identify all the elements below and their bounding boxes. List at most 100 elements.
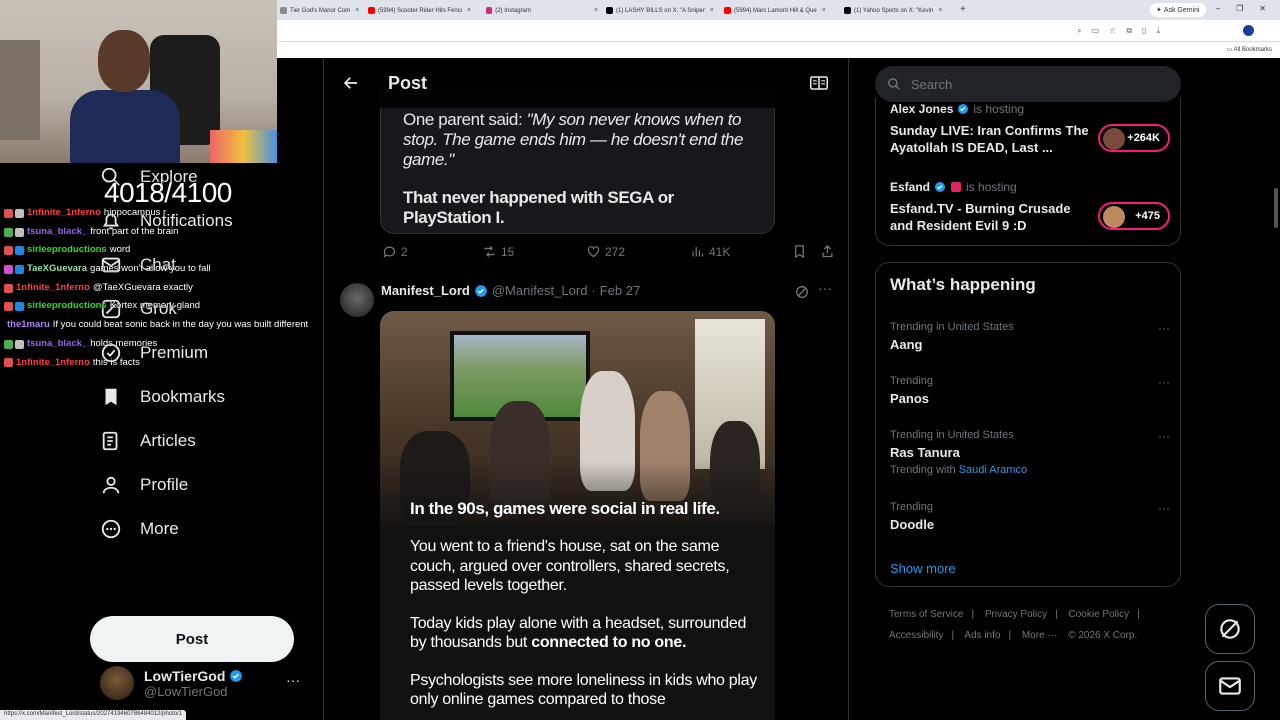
post-header: Post [324,58,848,108]
show-more-link[interactable]: Show more [890,561,956,576]
browser-tab[interactable]: Tier God's Manor Com × [280,3,360,18]
post-action-bar: 2 15 272 41K [382,244,837,262]
chat-badges [4,339,24,349]
browser-tab[interactable]: (5994) Scooter Rider Hits Fenci × [368,3,480,18]
more-dots-icon[interactable]: ··· [1158,321,1170,335]
close-icon[interactable]: × [938,7,942,14]
space-listener-pill[interactable]: +264K [1098,124,1170,152]
image-caption-text: In the 90s, games were social in real li… [410,499,760,710]
space-listener-pill[interactable]: +475 [1098,202,1170,230]
restore-icon[interactable]: ❐ [1236,4,1243,13]
chat-text: holds memories [90,337,158,349]
more-icon [101,519,121,539]
close-icon[interactable]: × [822,7,826,14]
separator-dot: · [591,283,596,298]
more-dots-icon[interactable]: ··· [818,280,832,296]
heart-icon [587,246,600,258]
right-sidebar: Alex Jones is hosting Sunday LIVE: Iran … [849,58,1280,720]
footer-link[interactable]: Cookie Policy [1069,609,1130,620]
new-tab-button[interactable]: + [960,4,966,15]
close-icon[interactable]: × [355,7,359,14]
trend-item[interactable]: Trending in United States Ras Tanura Tre… [890,429,1170,476]
share-button[interactable] [820,244,835,259]
footer-link[interactable]: Accessibility [889,630,943,641]
browser-tab[interactable]: (1) Yahoo Sports on X: "Kevin × [844,3,956,18]
trend-item[interactable]: Trending Panos ··· [890,375,1170,406]
minimize-icon[interactable]: – [1216,4,1220,13]
quoted-post-card[interactable]: One parent said: "My son never knows whe… [380,88,775,234]
search-input[interactable]: Search [875,66,1181,102]
listener-avatar [1103,206,1125,228]
footer-separator: | [951,630,955,641]
browser-tab[interactable]: (5994) Marc Lamont Hill & Que × [724,3,836,18]
grok-explain-icon[interactable] [794,284,810,300]
x-logo-icon [606,7,613,14]
trend-item[interactable]: Trending in United States Aang ··· [890,321,1170,352]
back-arrow-icon[interactable] [342,74,360,92]
close-icon[interactable]: × [594,7,598,14]
chat-text: this is facts [92,356,140,368]
avatar[interactable] [340,283,374,317]
more-dots-icon[interactable]: ··· [1158,501,1170,515]
cast-icon[interactable]: ▭ [1092,26,1100,36]
space-item[interactable]: Alex Jones is hosting Sunday LIVE: Iran … [890,102,1170,156]
download-icon[interactable]: ⤓ [1156,26,1160,36]
footer-link[interactable]: Ads info [964,630,1000,641]
close-icon[interactable]: × [710,7,714,14]
chat-badge-icon [4,358,13,368]
grok-floating-button[interactable] [1205,604,1255,654]
chat-username: the1maru [7,319,50,331]
nav-bookmarks[interactable]: Bookmarks [100,386,225,408]
author-name[interactable]: Manifest_Lord [381,283,470,298]
trend-related-link[interactable]: Saudi Aramco [959,464,1027,476]
browser-profile-avatar[interactable] [1243,25,1254,36]
sidebar-icon[interactable]: ▯ [1142,26,1146,36]
chat-badges [4,246,24,256]
nav-profile[interactable]: Profile [100,474,188,496]
author-handle[interactable]: @Manifest_Lord [492,283,588,298]
zoom-icon[interactable]: ⌕ [1077,26,1081,36]
browser-tab[interactable]: (2) Instagram × [486,3,598,18]
more-dots-icon[interactable]: ··· [1158,375,1170,389]
folder-icon: ▭ [1226,47,1234,53]
messages-floating-button[interactable] [1205,661,1255,711]
chat-badge-icon [15,302,24,312]
account-switcher[interactable]: LowTierGod @LowTierGod ··· [100,663,310,703]
trends-panel: What’s happening Trending in United Stat… [875,262,1181,587]
ask-gemini-button[interactable]: ✦ Ask Gemini [1150,3,1206,17]
chat-message: 1nfinite_1nferno this is facts [4,354,354,373]
close-window-icon[interactable]: ✕ [1259,4,1266,13]
webcam-shirt [70,90,180,163]
views-button[interactable]: 41K [690,244,730,259]
browser-tab[interactable]: (1) LASHY BILLS on X: "A Sniper × [606,3,718,18]
reply-button[interactable]: 2 [382,244,408,259]
page-title: Post [388,73,428,93]
more-dots-icon[interactable]: ··· [1158,429,1170,443]
footer-more-link[interactable]: More ··· [1022,630,1058,641]
footer-link[interactable]: Terms of Service [889,609,963,620]
like-button[interactable]: 272 [586,244,625,259]
repost-button[interactable]: 15 [482,244,514,259]
all-bookmarks-button[interactable]: ▭ All Bookmarks [1227,46,1272,53]
chat-badge-icon [4,208,13,218]
post-image[interactable]: In the 90s, games were social in real li… [380,311,775,720]
star-icon[interactable]: ☆ [1109,26,1116,36]
post-date[interactable]: Feb 27 [600,283,640,298]
nav-articles[interactable]: Articles [100,430,196,452]
footer-separator: | [1055,609,1058,620]
scrollbar[interactable] [1272,58,1280,720]
trend-item[interactable]: Trending Doodle ··· [890,501,1170,532]
reader-mode-icon[interactable] [810,75,828,91]
footer-link[interactable]: Privacy Policy [985,609,1047,620]
chat-message: 1nfinite_1nferno @TaeXGuevara exactly [4,279,354,298]
chat-message: sirleeproductions Kortex memory gland [4,297,354,316]
extensions-icon[interactable]: ⧉ [1126,26,1132,36]
close-icon[interactable]: × [467,7,471,14]
more-dots-icon[interactable]: ··· [286,672,300,688]
bookmark-button[interactable] [792,244,807,259]
scrollbar-thumb[interactable] [1274,188,1278,228]
space-item[interactable]: Esfand is hosting Esfand.TV - Burning Cr… [890,180,1170,234]
nav-more[interactable]: More [100,518,179,540]
post-button[interactable]: Post [90,616,294,662]
views-chart-icon [692,247,704,257]
